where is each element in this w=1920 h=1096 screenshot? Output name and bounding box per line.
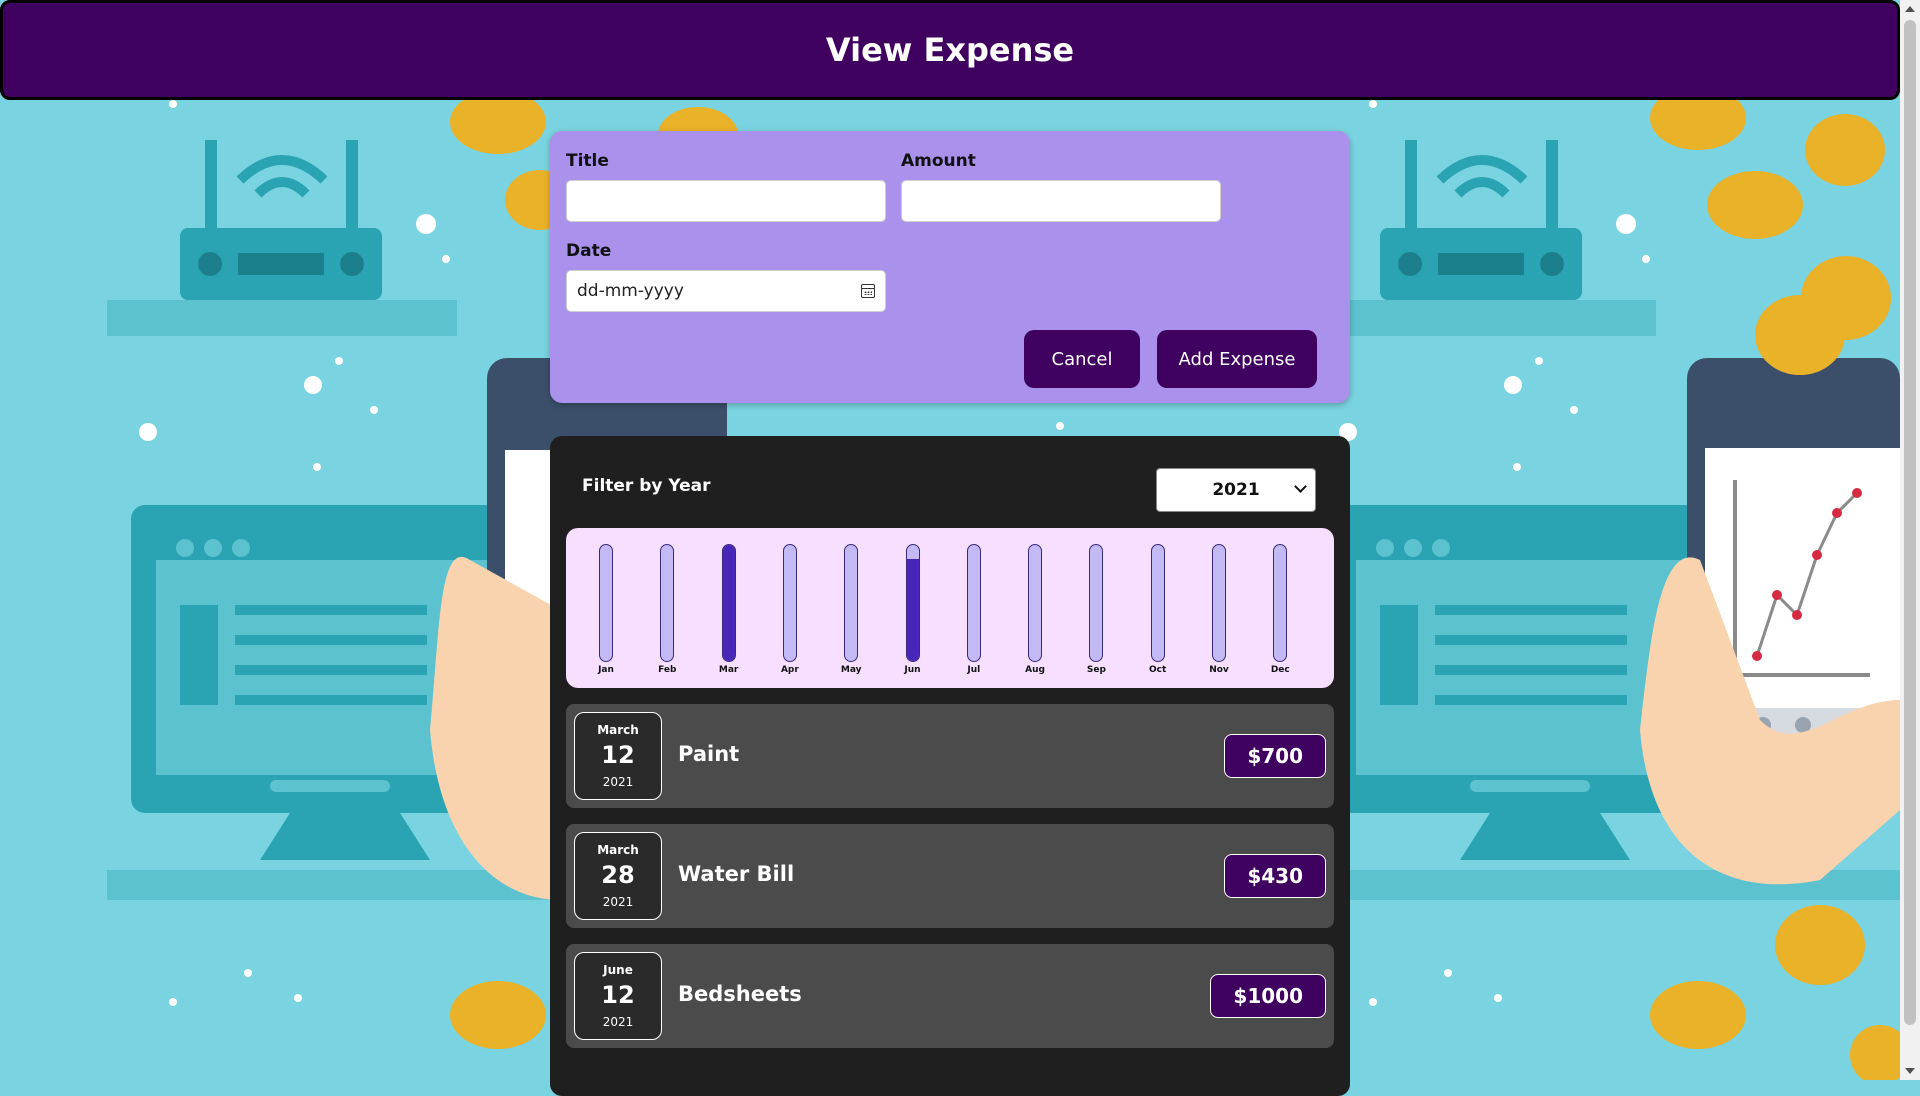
cancel-button[interactable]: Cancel [1024, 330, 1140, 388]
expense-title: Paint [678, 742, 740, 766]
chart-bar-label: Aug [1025, 665, 1045, 675]
expense-day: 28 [601, 861, 635, 889]
chart-bar-label: Nov [1209, 665, 1229, 675]
scroll-thumb[interactable] [1904, 20, 1916, 1025]
expense-amount: $430 [1224, 854, 1326, 898]
title-input[interactable] [566, 180, 886, 222]
chart-bar-apr: Apr [780, 528, 800, 688]
chart-bar-jun: Jun [903, 528, 923, 688]
amount-input[interactable] [901, 180, 1221, 222]
new-expense-form: Title Amount Date dd-mm-yyyy Cancel Add … [550, 131, 1350, 403]
title-label: Title [566, 151, 609, 171]
chart-bar-jan: Jan [596, 528, 616, 688]
expense-date: June 12 2021 [574, 952, 662, 1040]
chart-bar-sep: Sep [1086, 528, 1106, 688]
chart-bar-track [966, 544, 981, 662]
expense-year: 2021 [602, 775, 634, 789]
chart-bar-label: Dec [1270, 665, 1290, 675]
chart-bar-aug: Aug [1025, 528, 1045, 688]
chart-bar-oct: Oct [1148, 528, 1168, 688]
chart-bar-track [1089, 544, 1104, 662]
app-header: View Expense [0, 0, 1900, 100]
expense-day: 12 [601, 981, 635, 1009]
chart-bar-track [905, 544, 920, 662]
scroll-up-arrow-icon[interactable] [1905, 6, 1915, 12]
chart-bar-track [1273, 544, 1288, 662]
expenses-panel: Filter by Year 2021 Jan Feb Mar Apr May Jun Ju… [550, 436, 1350, 1096]
date-label: Date [566, 241, 612, 261]
chart-bar-label: Apr [780, 665, 799, 675]
expense-year: 2021 [602, 1015, 634, 1029]
chevron-down-icon [1294, 480, 1307, 493]
chart-bar-fill [722, 545, 735, 661]
chart-bar-track [599, 544, 613, 662]
filter-label: Filter by Year [582, 476, 711, 496]
chart-bar-may: May [841, 528, 862, 688]
chart-bar-dec: Dec [1270, 528, 1290, 688]
date-placeholder: dd-mm-yyyy [577, 281, 684, 301]
chart-bar-label: Oct [1149, 665, 1167, 675]
chart-bar-feb: Feb [657, 528, 677, 688]
expense-title: Bedsheets [678, 982, 802, 1006]
scroll-down-arrow-icon[interactable] [1905, 1068, 1915, 1074]
amount-label: Amount [901, 151, 976, 171]
expense-date: March 12 2021 [574, 712, 662, 800]
chart-bar-nov: Nov [1209, 528, 1229, 688]
chart-bar-track [844, 544, 859, 662]
year-filter-select[interactable]: 2021 [1156, 468, 1316, 512]
expense-month: March [597, 723, 639, 737]
chart-bar-label: Feb [658, 665, 677, 675]
expense-year: 2021 [602, 895, 634, 909]
chart-bar-label: Jan [598, 665, 614, 675]
chart-bar-track [782, 544, 797, 662]
expense-title: Water Bill [678, 862, 795, 886]
expense-date: March 28 2021 [574, 832, 662, 920]
chart-bar-label: May [840, 665, 862, 675]
page-scrollbar[interactable] [1900, 0, 1920, 1080]
expense-amount: $700 [1224, 734, 1326, 778]
calendar-icon[interactable] [861, 284, 875, 298]
chart-bar-label: Jun [904, 665, 921, 675]
chart-bar-track [1150, 544, 1165, 662]
expense-month: March [597, 843, 639, 857]
expense-amount: $1000 [1210, 974, 1326, 1018]
chart-bar-label: Jul [967, 665, 981, 675]
chart-bar-track [1212, 544, 1226, 662]
expense-month: June [603, 963, 633, 977]
date-input[interactable]: dd-mm-yyyy [566, 270, 886, 312]
chart-bar-track [1028, 544, 1043, 662]
expense-day: 12 [601, 741, 635, 769]
expense-item[interactable]: March 12 2021 Paint $700 [566, 704, 1334, 808]
page-title: View Expense [825, 31, 1075, 69]
chart-bar-label: Mar [718, 665, 739, 675]
chart-bar-mar: Mar [719, 528, 739, 688]
chart-bar-jul: Jul [964, 528, 984, 688]
chart-bar-label: Sep [1086, 665, 1106, 675]
year-filter-value: 2021 [1212, 480, 1260, 500]
expense-item[interactable]: March 28 2021 Water Bill $430 [566, 824, 1334, 928]
chart-bar-track [660, 544, 675, 662]
expense-item[interactable]: June 12 2021 Bedsheets $1000 [566, 944, 1334, 1048]
add-expense-button[interactable]: Add Expense [1157, 330, 1317, 388]
chart-bar-fill [906, 558, 919, 661]
expenses-chart: Jan Feb Mar Apr May Jun Jul Aug Sep Oct Nov Dec [566, 528, 1334, 688]
chart-bar-track [721, 544, 736, 662]
